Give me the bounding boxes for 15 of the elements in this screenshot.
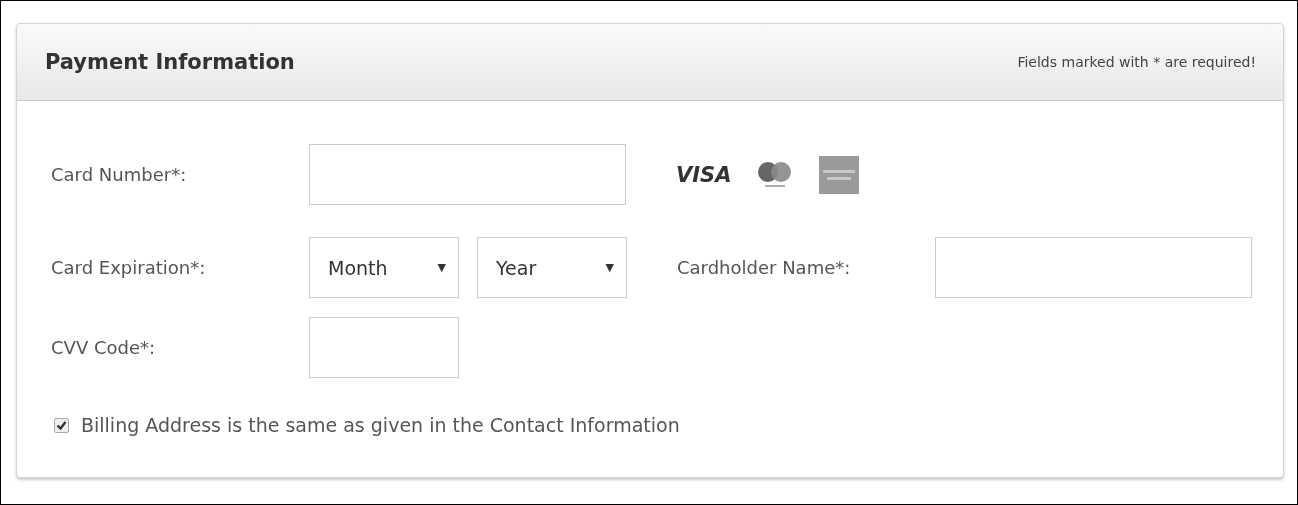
year-select[interactable]: Year ▼ [477,237,627,298]
field-label: Card Expiration*: [51,257,207,278]
checkbox[interactable] [54,417,69,433]
cardholder-name-field[interactable] [935,237,1252,298]
card-number-field[interactable] [309,144,626,205]
visa-logo: VISA [676,162,732,187]
checkbox-label: Billing Address is the same as given in the Contact Information [81,414,680,436]
field-label: CVV Code*: [51,337,157,358]
field-label: Card Number*: [51,164,188,185]
cvv-field[interactable] [309,317,459,378]
month-select[interactable]: Month ▼ [309,237,459,298]
card-logo-icon [819,155,860,194]
panel-title: Payment Information [45,50,295,74]
required-note: Fields marked with * are required! [1017,54,1256,70]
field-label: Cardholder Name*: [677,257,852,278]
